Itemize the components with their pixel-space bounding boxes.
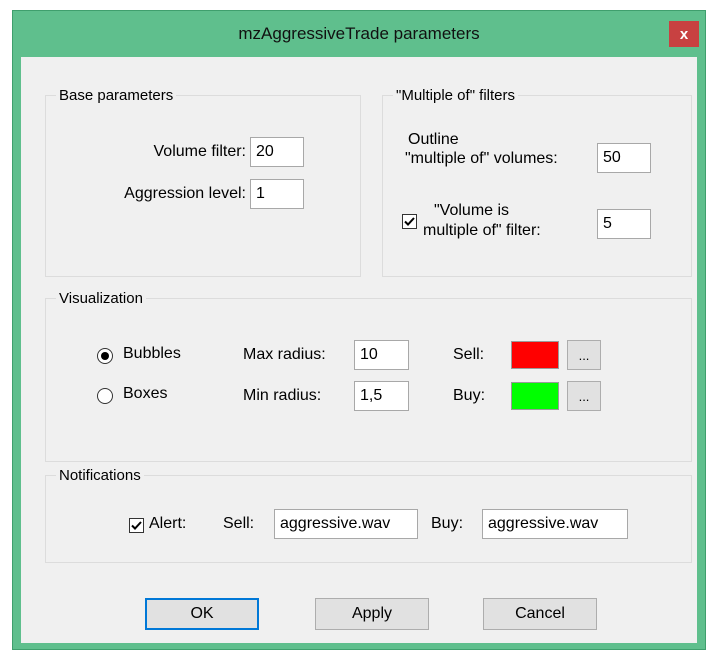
notifications-legend: Notifications [59,467,141,484]
max-radius-label: Max radius: [243,346,326,363]
bubbles-radio[interactable] [97,348,113,364]
ok-button-label: OK [190,605,214,622]
aggression-level-label: Aggression level: [124,185,246,202]
max-radius-input[interactable] [354,340,409,370]
dialog-client-area: Base parameters Volume filter: Aggressio… [21,57,697,643]
boxes-radio[interactable] [97,388,113,404]
buy-color-picker-button[interactable]: ... [567,381,601,411]
alert-checkbox[interactable] [129,518,144,533]
sell-color-label: Sell: [453,346,485,363]
visualization-legend: Visualization [59,290,143,307]
volume-multiple-label-line1: "Volume is [434,202,510,219]
cancel-button[interactable]: Cancel [483,598,597,630]
volume-multiple-label-line2: multiple of" filter: [423,222,541,239]
outline-multiple-input[interactable] [597,143,651,173]
alert-label: Alert: [149,515,187,532]
apply-button-label: Apply [351,605,393,622]
alert-sell-sound-input[interactable] [274,509,418,539]
checkmark-icon [404,217,415,226]
multiple-of-filters-legend: "Multiple of" filters [396,87,516,104]
window-title: mzAggressiveTrade parameters [238,24,480,43]
apply-button[interactable]: Apply [315,598,429,630]
close-button[interactable]: x [669,21,699,47]
checkmark-icon [131,521,142,530]
base-parameters-group: Base parameters [45,87,361,277]
dialog-window: mzAggressiveTrade parameters x Base para… [12,10,706,650]
bubbles-label[interactable]: Bubbles [123,345,181,363]
ok-button[interactable]: OK [145,598,259,630]
ellipsis-icon: ... [578,347,590,363]
volume-multiple-checkbox[interactable] [402,214,417,229]
close-icon: x [679,25,689,43]
volume-multiple-input[interactable] [597,209,651,239]
base-parameters-legend: Base parameters [59,87,174,104]
radio-selected-dot [101,352,109,360]
sell-color-picker-button[interactable]: ... [567,340,601,370]
volume-filter-input[interactable] [250,137,304,167]
alert-sell-label: Sell: [223,515,255,532]
ellipsis-icon: ... [578,388,590,404]
title-bar[interactable]: mzAggressiveTrade parameters x [13,11,705,57]
alert-buy-sound-input[interactable] [482,509,628,539]
outline-label-line1: Outline [408,131,459,148]
cancel-button-label: Cancel [515,605,565,622]
min-radius-label: Min radius: [243,387,322,404]
boxes-label[interactable]: Boxes [123,385,167,403]
multiple-of-filters-group: "Multiple of" filters [382,87,692,277]
alert-buy-label: Buy: [431,515,464,532]
aggression-level-input[interactable] [250,179,304,209]
buy-color-label: Buy: [453,387,486,404]
visualization-group: Visualization [45,290,692,462]
min-radius-input[interactable] [354,381,409,411]
outline-label-line2: "multiple of" volumes: [405,150,558,167]
buy-color-swatch[interactable] [511,382,559,410]
volume-filter-label: Volume filter: [153,143,246,160]
sell-color-swatch[interactable] [511,341,559,369]
